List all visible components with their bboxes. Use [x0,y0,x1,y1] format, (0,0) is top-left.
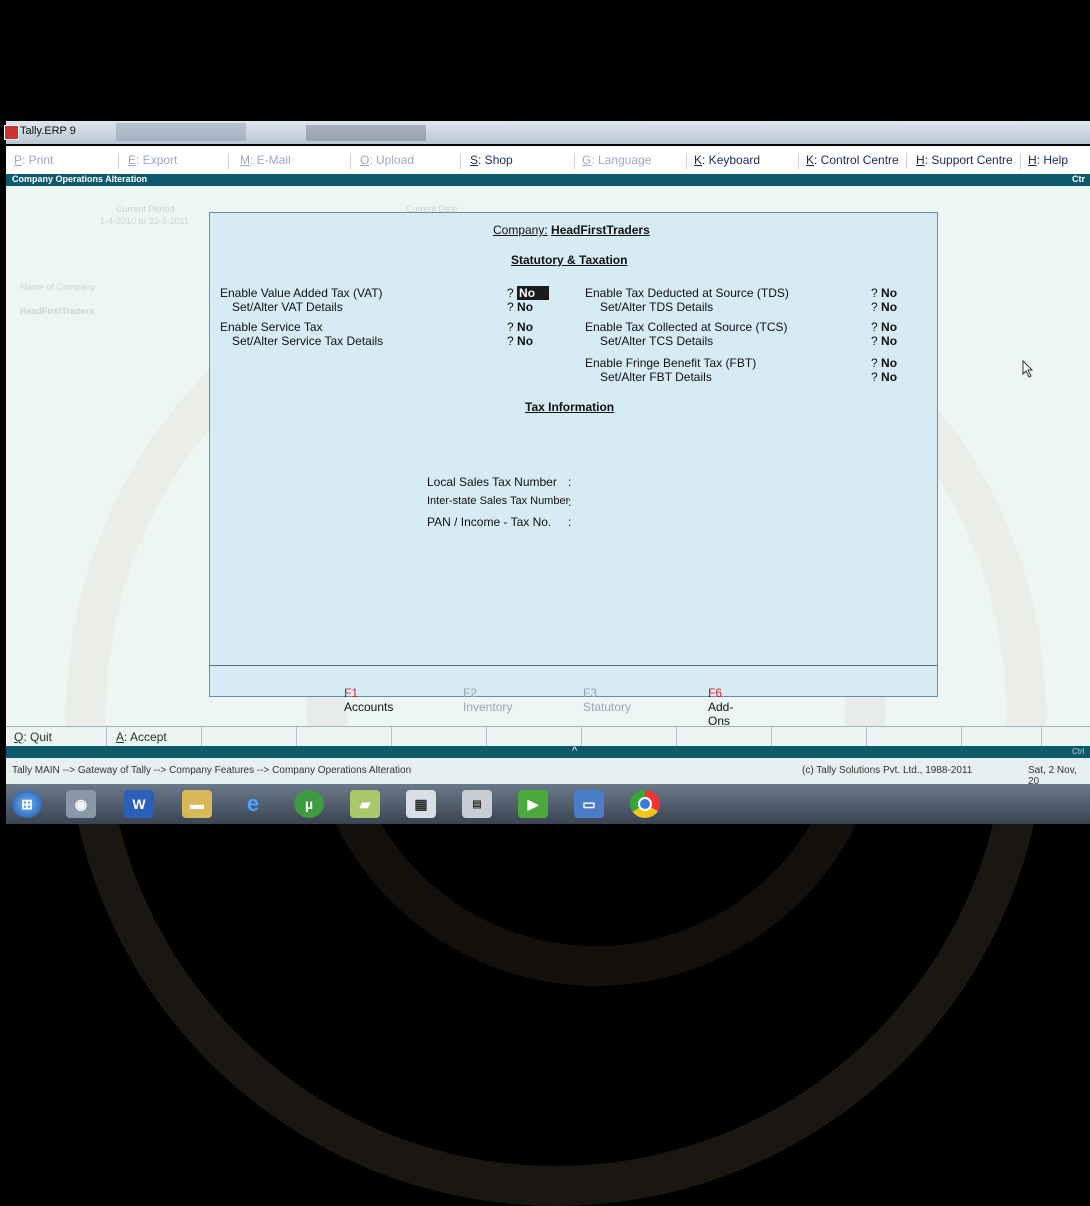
control-centre-button[interactable]: K: Control Centre [802,153,907,169]
company-list-value[interactable]: HeadFirstTraders [20,306,94,316]
enable-tcs-label: Enable Tax Collected at Source (TCS) [585,320,788,334]
scroll-up-caret-icon[interactable]: ^ [572,745,577,757]
utorrent-icon[interactable]: µ [294,790,324,818]
window-title: Tally.ERP 9 [20,125,76,137]
fbt-details-label: Set/Alter FBT Details [600,370,712,384]
status-bar: Tally MAIN --> Gateway of Tally --> Comp… [6,758,1090,787]
browser-tab[interactable] [116,123,246,141]
period-label: Current Period [116,204,175,214]
word-icon[interactable]: W [124,790,154,818]
enable-tds-field[interactable]: ? No [871,286,897,300]
tcs-details-field[interactable]: ? No [871,334,897,348]
tax-information-title: Tax Information [525,400,615,414]
company-name: HeadFirstTraders [551,223,650,237]
company-list-label: Name of Company [20,282,96,292]
enable-tds-label: Enable Tax Deducted at Source (TDS) [585,286,789,300]
vat-details-label: Set/Alter VAT Details [232,300,343,314]
service-tax-details-field[interactable]: ? No [507,334,533,348]
chrome-icon[interactable] [630,790,660,818]
start-orb-icon[interactable]: ⊞ [12,790,42,818]
company-label: Company: [493,223,548,237]
calculator-icon[interactable]: ▦ [406,790,436,818]
screen-title: Company Operations Alteration [12,174,148,184]
screen-title-strip: Company Operations Alteration Ctr [6,174,1090,186]
tcs-details-label: Set/Alter TCS Details [600,334,714,348]
interstate-sales-tax-field[interactable]: : [568,495,571,509]
camera-icon[interactable]: ▶ [518,790,548,818]
interstate-sales-tax-label: Inter-state Sales Tax Number [427,495,570,507]
quit-button[interactable]: Q: Quit [14,730,52,744]
vat-details-field[interactable]: ? No [507,300,533,314]
statutory-taxation-panel: Company: HeadFirstTraders Statutory & Ta… [209,212,938,728]
enable-vat-field[interactable]: ? No [507,286,550,300]
language-button[interactable]: G: Language [578,153,687,169]
bottom-action-bar: Q: Quit A: Accept [6,726,1090,747]
folder-icon[interactable]: ▬ [182,790,212,818]
disk-icon[interactable]: ◉ [66,790,96,818]
fbt-details-field[interactable]: ? No [871,370,897,384]
screen-icon[interactable]: ▭ [574,790,604,818]
email-button[interactable]: M: E-Mail [236,153,351,169]
enable-fbt-label: Enable Fringe Benefit Tax (FBT) [585,356,757,370]
notes-icon[interactable]: ▰ [350,790,380,818]
tds-details-field[interactable]: ? No [871,300,897,314]
period-value: 1-4-2010 to 31-3-2011 [100,216,189,226]
ctrl-hint-bottom: Ctrl [1072,747,1085,756]
enable-tcs-field[interactable]: ? No [871,320,897,334]
local-sales-tax-label: Local Sales Tax Number [427,475,557,489]
browser-tab[interactable] [306,125,426,141]
export-button[interactable]: E: Export [124,153,229,169]
enable-service-tax-label: Enable Service Tax [220,320,323,334]
copyright-text: (c) Tally Solutions Pvt. Ltd., 1988-2011 [802,765,973,776]
windows-taskbar: ⊞ ◉ W ▬ e µ ▰ ▦ ▤ ▶ ▭ [6,784,1090,824]
enable-fbt-field[interactable]: ? No [871,356,897,370]
nav-strip: ^ Ctrl [6,745,1090,758]
support-centre-button[interactable]: H: Support Centre [912,153,1021,169]
tally-icon[interactable]: ▤ [462,790,492,818]
ie-icon[interactable]: e [238,790,268,818]
help-button[interactable]: H: Help [1024,153,1088,169]
breadcrumb: Tally MAIN --> Gateway of Tally --> Comp… [12,765,412,776]
enable-service-tax-field[interactable]: ? No [507,320,533,334]
upload-button[interactable]: O: Upload [356,153,461,169]
service-tax-details-label: Set/Alter Service Tax Details [232,334,384,348]
function-key-bar: F1: Accounts F2: Inventory F3: Statutory… [210,665,937,728]
tally-logo-icon [4,125,19,140]
section-title: Statutory & Taxation [511,253,628,267]
pan-field[interactable]: : [568,515,571,529]
ctrl-hint: Ctr [1072,174,1085,184]
keyboard-button[interactable]: K: Keyboard [690,153,799,169]
accept-button[interactable]: A: Accept [116,730,167,744]
enable-vat-label: Enable Value Added Tax (VAT) [220,286,383,300]
top-button-bar: P: Print E: Export M: E-Mail O: Upload S… [6,146,1090,175]
local-sales-tax-field[interactable]: : [568,475,571,489]
pan-label: PAN / Income - Tax No. [427,515,552,529]
tds-details-label: Set/Alter TDS Details [600,300,714,314]
shop-button[interactable]: S: Shop [466,153,575,169]
print-button[interactable]: P: Print [10,153,119,169]
mouse-cursor-icon [1022,360,1034,378]
company-heading: Company: HeadFirstTraders [493,223,650,237]
window-titlebar: Tally.ERP 9 [4,121,1090,144]
